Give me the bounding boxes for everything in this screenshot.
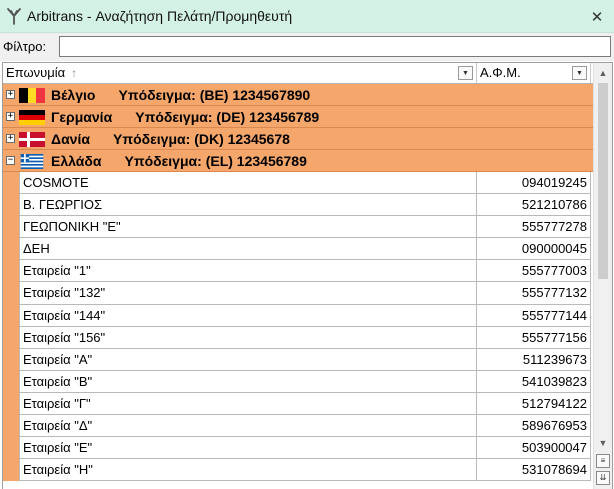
cell-afm[interactable]: 511239673 [477, 348, 591, 371]
group-indent [3, 282, 19, 305]
group-indent [3, 459, 19, 482]
window-title: Arbitrans - Αναζήτηση Πελάτη/Προμηθευτή [27, 8, 293, 24]
cell-afm[interactable]: 555777144 [477, 304, 591, 327]
table-row[interactable]: ΔΕΗ 090000045 [3, 238, 595, 261]
group-row-germany[interactable]: + Γερμανία Υπόδειγμα: (DE) 123456789 [3, 106, 595, 128]
group-indent [3, 392, 19, 416]
sort-ascending-icon: ↑ [71, 66, 78, 80]
cell-name[interactable]: Εταιρεία "Δ" [19, 415, 477, 438]
germany-flag-icon [19, 110, 45, 125]
filter-dropdown-icon[interactable]: ▼ [572, 66, 587, 80]
last-page-icon[interactable]: ⇊ [596, 471, 610, 485]
table-row[interactable]: Εταιρεία "Ε" 503900047 [3, 437, 595, 460]
denmark-flag-icon [19, 132, 45, 147]
cell-afm[interactable]: 531078694 [477, 459, 591, 482]
cell-name[interactable]: COSMOTE [19, 172, 477, 195]
results-grid: Επωνυμία ↑ ▼ Α.Φ.Μ. ▼ + Βέλγιο Υπόδειγμα:… [2, 62, 613, 489]
belgium-flag-icon [19, 88, 45, 103]
arbitrans-logo-icon [7, 8, 21, 25]
table-row[interactable]: Εταιρεία "Α" 511239673 [3, 348, 595, 371]
vertical-scrollbar[interactable]: ▲ ▼ ≡ ⇊ [593, 63, 612, 489]
filter-dropdown-icon[interactable]: ▼ [458, 66, 473, 80]
grid-header: Επωνυμία ↑ ▼ Α.Φ.Μ. ▼ [3, 63, 595, 84]
page-down-icon[interactable]: ≡ [596, 454, 610, 468]
cell-afm[interactable]: 555777156 [477, 326, 591, 349]
group-indent [3, 260, 19, 283]
group-row-greece[interactable]: − Ελλάδα Υπόδειγμα: (EL) 123456789 [3, 150, 595, 172]
group-indent [3, 304, 19, 327]
expand-icon[interactable]: + [6, 112, 15, 121]
cell-afm[interactable]: 555777278 [477, 216, 591, 239]
filter-input[interactable] [59, 36, 611, 57]
group-label: Ελλάδα Υπόδειγμα: (EL) 123456789 [51, 153, 307, 169]
table-row[interactable]: COSMOTE 094019245 [3, 172, 595, 195]
close-icon[interactable]: ✕ [580, 0, 614, 33]
cell-name[interactable]: Εταιρεία "Α" [19, 348, 477, 371]
cell-name[interactable]: Β. ΓΕΩΡΓΙΟΣ [19, 194, 477, 217]
cell-name[interactable]: Εταιρεία "Ε" [19, 437, 477, 460]
group-indent [3, 326, 19, 349]
collapse-icon[interactable]: − [6, 156, 15, 165]
column-header-name[interactable]: Επωνυμία ↑ [3, 63, 477, 83]
cell-name[interactable]: ΔΕΗ [19, 238, 477, 261]
group-indent [3, 216, 19, 239]
group-label: Δανία Υπόδειγμα: (DK) 12345678 [51, 131, 290, 147]
cell-afm[interactable]: 541039823 [477, 370, 591, 393]
expand-icon[interactable]: + [6, 90, 15, 99]
cell-name[interactable]: Εταιρεία "1" [19, 260, 477, 283]
cell-name[interactable]: ΓΕΩΠΟΝΙΚΗ "Ε" [19, 216, 477, 239]
cell-afm[interactable]: 094019245 [477, 172, 591, 195]
cell-name[interactable]: Εταιρεία "Η" [19, 459, 477, 482]
table-row[interactable]: Εταιρεία "Β" 541039823 [3, 370, 595, 393]
table-row[interactable]: Εταιρεία "132" 555777132 [3, 282, 595, 305]
table-row[interactable]: Εταιρεία "Δ" 589676953 [3, 415, 595, 438]
cell-name[interactable]: Εταιρεία "Β" [19, 370, 477, 393]
cell-name[interactable]: Εταιρεία "132" [19, 282, 477, 305]
greece-records: COSMOTE 094019245 Β. ΓΕΩΡΓΙΟΣ 521210786 ΓΕΩΠ… [3, 172, 595, 482]
cell-afm[interactable]: 589676953 [477, 415, 591, 438]
table-row[interactable]: Εταιρεία "1" 555777003 [3, 260, 595, 283]
column-header-afm-label: Α.Φ.Μ. [480, 65, 521, 80]
table-row[interactable]: Β. ΓΕΩΡΓΙΟΣ 521210786 [3, 194, 595, 217]
group-label: Βέλγιο Υπόδειγμα: (BE) 1234567890 [51, 87, 311, 103]
group-indent [3, 172, 19, 195]
table-row[interactable]: Εταιρεία "156" 555777156 [3, 326, 595, 349]
cell-afm[interactable]: 090000045 [477, 238, 591, 261]
cell-afm[interactable]: 503900047 [477, 437, 591, 460]
cell-afm[interactable]: 521210786 [477, 194, 591, 217]
group-indent [3, 348, 19, 371]
greece-flag-icon [20, 154, 44, 169]
group-row-denmark[interactable]: + Δανία Υπόδειγμα: (DK) 12345678 [3, 128, 595, 150]
filter-label: Φίλτρο: [3, 39, 47, 54]
column-header-name-label: Επωνυμία [6, 65, 66, 80]
table-row[interactable]: Εταιρεία "144" 555777144 [3, 304, 595, 327]
group-row-belgium[interactable]: + Βέλγιο Υπόδειγμα: (BE) 1234567890 [3, 84, 595, 106]
group-indent [3, 370, 19, 393]
cell-name[interactable]: Εταιρεία "Γ" [19, 392, 477, 416]
group-indent [3, 194, 19, 217]
group-indent [3, 437, 19, 460]
expand-icon[interactable]: + [6, 134, 15, 143]
cell-name[interactable]: Εταιρεία "156" [19, 326, 477, 349]
scroll-up-icon[interactable]: ▲ [594, 65, 612, 81]
cell-afm[interactable]: 555777132 [477, 282, 591, 305]
scrollbar-thumb[interactable] [598, 83, 608, 279]
table-row[interactable]: ΓΕΩΠΟΝΙΚΗ "Ε" 555777278 [3, 216, 595, 239]
filter-bar: Φίλτρο: [0, 33, 614, 61]
title-bar: Arbitrans - Αναζήτηση Πελάτη/Προμηθευτή … [0, 0, 614, 33]
group-label: Γερμανία Υπόδειγμα: (DE) 123456789 [51, 109, 320, 125]
cell-afm[interactable]: 512794122 [477, 392, 591, 416]
cell-afm[interactable]: 555777003 [477, 260, 591, 283]
table-row[interactable]: Εταιρεία "Γ" 512794122 [3, 392, 595, 416]
table-row[interactable]: Εταιρεία "Η" 531078694 [3, 459, 595, 482]
cell-name[interactable]: Εταιρεία "144" [19, 304, 477, 327]
group-indent [3, 415, 19, 438]
group-indent [3, 238, 19, 261]
scroll-down-icon[interactable]: ▼ [594, 435, 612, 451]
grid-rows: + Βέλγιο Υπόδειγμα: (BE) 1234567890 + Γε… [3, 84, 595, 482]
